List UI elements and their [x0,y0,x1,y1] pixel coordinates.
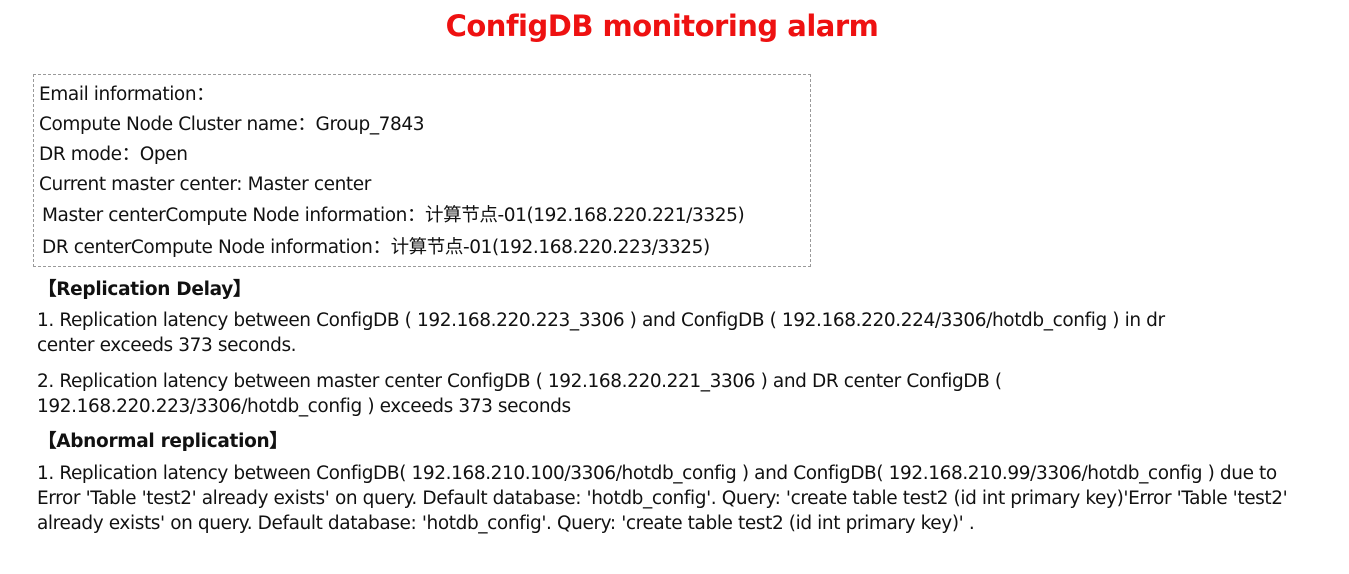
email-info-heading: Email information： [39,84,215,105]
abnormal-replication-item-1: 1. Replication latency between ConfigDB(… [37,463,1288,534]
replication-delay-heading: 【Replication Delay】 [38,279,252,300]
dr-compute-node-info: DR centerCompute Node information：计算节点-0… [42,237,710,258]
page-title: ConfigDB monitoring alarm [445,9,879,43]
replication-delay-item-1: 1. Replication latency between ConfigDB … [37,310,1165,356]
dr-mode: DR mode：Open [39,144,188,165]
email-info-box: Email information： Compute Node Cluster … [33,74,811,267]
master-compute-node-info: Master centerCompute Node information：计算… [42,205,745,226]
abnormal-replication-heading: 【Abnormal replication】 [38,431,288,452]
replication-delay-item-2: 2. Replication latency between master ce… [37,371,1002,417]
cluster-name: Compute Node Cluster name：Group_7843 [39,114,425,135]
current-master-center: Current master center: Master center [39,174,371,195]
